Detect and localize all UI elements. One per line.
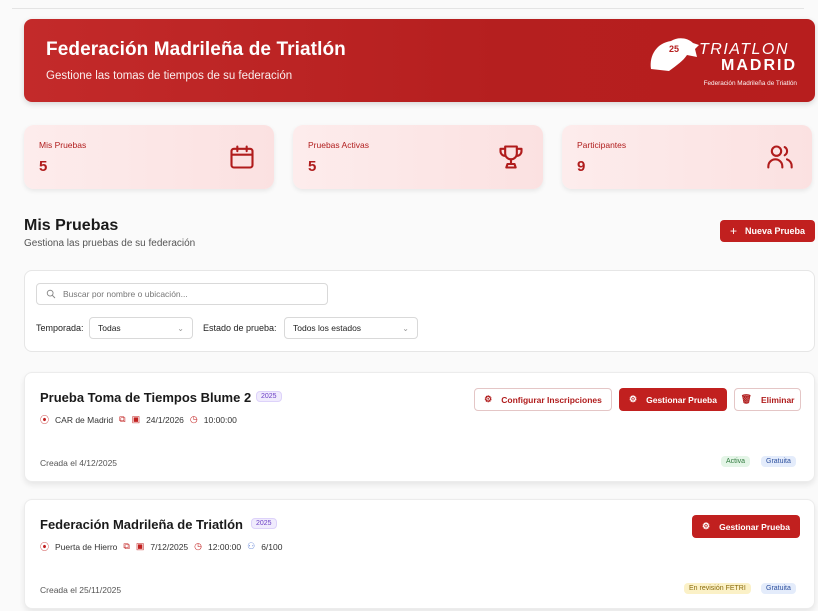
price-badge: Gratuita bbox=[761, 583, 796, 594]
users-icon bbox=[767, 145, 793, 169]
created-date: Creada el 25/11/2025 bbox=[40, 585, 122, 595]
event-card: Prueba Toma de Tiempos Blume 2 2025 ⦿ CA… bbox=[24, 372, 815, 482]
price-badge: Gratuita bbox=[761, 456, 796, 467]
event-location: Puerta de Hierro bbox=[55, 541, 118, 552]
state-select[interactable]: Todos los estados ⌄ bbox=[284, 317, 418, 339]
federation-banner: Federación Madrileña de Triatlón Gestion… bbox=[24, 19, 815, 102]
year-badge: 2025 bbox=[256, 391, 282, 402]
stat-card-my-events: Mis Pruebas 5 bbox=[24, 125, 274, 189]
clock-icon: ◷ bbox=[189, 414, 198, 424]
year-badge: 2025 bbox=[251, 518, 277, 529]
clock-icon: ◷ bbox=[194, 541, 203, 551]
configure-registrations-label: Configurar Inscripciones bbox=[501, 394, 602, 405]
section-subtitle: Gestiona las pruebas de su federación bbox=[24, 238, 196, 249]
stat-label: Mis Pruebas bbox=[39, 140, 87, 150]
event-card: Federación Madrileña de Triatlón 2025 ⦿ … bbox=[24, 499, 815, 609]
external-link-icon[interactable]: ⧉ bbox=[119, 414, 125, 425]
search-icon bbox=[46, 289, 56, 299]
users-icon: ⚇ bbox=[247, 541, 256, 551]
stat-label: Pruebas Activas bbox=[308, 140, 369, 150]
delete-event-button[interactable]: 🗑 Eliminar bbox=[734, 388, 801, 411]
event-participants: 6/100 bbox=[261, 541, 283, 552]
event-time: 12:00:00 bbox=[208, 541, 242, 552]
section-title: Mis Pruebas bbox=[24, 217, 119, 234]
gear-icon: ⚙ bbox=[484, 394, 493, 404]
event-location: CAR de Madrid bbox=[55, 414, 114, 425]
chevron-down-icon: ⌄ bbox=[402, 323, 409, 333]
page-title: Federación Madrileña de Triatlón bbox=[46, 39, 346, 60]
chevron-down-icon: ⌄ bbox=[177, 323, 184, 333]
location-pin-icon: ⦿ bbox=[40, 415, 50, 425]
trash-icon: 🗑 bbox=[740, 394, 752, 404]
event-meta: ⦿ CAR de Madrid ⧉ ▣ 24/1/2026 ◷ 10:00:00 bbox=[40, 413, 237, 426]
event-title: Federación Madrileña de Triatlón bbox=[40, 517, 243, 532]
logo-badge: 25 bbox=[669, 44, 679, 54]
plus-icon: + bbox=[729, 224, 737, 238]
status-badge: En revisión FETRI bbox=[684, 583, 751, 594]
stat-value: 5 bbox=[39, 158, 48, 175]
top-divider bbox=[12, 8, 804, 9]
external-link-icon[interactable]: ⧉ bbox=[123, 541, 129, 552]
manage-event-button[interactable]: ⚙ Gestionar Prueba bbox=[619, 388, 727, 411]
lion-icon: 25 bbox=[650, 38, 699, 71]
manage-event-button[interactable]: ⚙ Gestionar Prueba bbox=[692, 515, 800, 538]
logo-text-federation: Federación Madrileña de Triatlón bbox=[703, 80, 797, 87]
season-label: Temporada: bbox=[36, 323, 84, 333]
calendar-icon: ▣ bbox=[131, 414, 141, 424]
season-value: Todas bbox=[98, 323, 121, 333]
stat-card-participants: Participantes 9 bbox=[562, 125, 812, 189]
federation-logo: 25 TRIATLON MADRID Federación Madrileña … bbox=[647, 35, 797, 91]
created-date: Creada el 4/12/2025 bbox=[40, 458, 118, 468]
page-subtitle: Gestione las tomas de tiempos de su fede… bbox=[46, 70, 293, 82]
manage-event-label: Gestionar Prueba bbox=[719, 521, 790, 532]
event-date: 7/12/2025 bbox=[150, 541, 189, 552]
season-select[interactable]: Todas ⌄ bbox=[89, 317, 193, 339]
stat-card-active-events: Pruebas Activas 5 bbox=[293, 125, 543, 189]
gear-icon: ⚙ bbox=[702, 521, 711, 531]
configure-registrations-button[interactable]: ⚙ Configurar Inscripciones bbox=[474, 388, 612, 411]
state-label: Estado de prueba: bbox=[203, 323, 277, 333]
search-box[interactable] bbox=[36, 283, 328, 305]
manage-event-label: Gestionar Prueba bbox=[646, 394, 717, 405]
stat-value: 5 bbox=[308, 158, 317, 175]
trophy-icon bbox=[499, 145, 523, 169]
search-input[interactable] bbox=[63, 289, 303, 299]
filters-panel: Temporada: Todas ⌄ Estado de prueba: Tod… bbox=[24, 270, 815, 352]
gear-icon: ⚙ bbox=[629, 394, 638, 404]
delete-event-label: Eliminar bbox=[760, 394, 795, 405]
calendar-icon bbox=[230, 145, 254, 169]
logo-text-madrid: MADRID bbox=[721, 57, 797, 74]
event-title: Prueba Toma de Tiempos Blume 2 bbox=[40, 390, 252, 405]
calendar-icon: ▣ bbox=[135, 541, 145, 551]
stat-value: 9 bbox=[577, 158, 586, 175]
location-pin-icon: ⦿ bbox=[40, 542, 50, 552]
state-value: Todos los estados bbox=[293, 323, 362, 333]
stat-label: Participantes bbox=[577, 140, 627, 150]
event-time: 10:00:00 bbox=[203, 414, 237, 425]
status-badge: Activa bbox=[721, 456, 751, 467]
event-date: 24/1/2026 bbox=[146, 414, 184, 425]
new-event-button[interactable]: + Nueva Prueba bbox=[720, 220, 815, 242]
new-event-label: Nueva Prueba bbox=[744, 226, 806, 236]
event-meta: ⦿ Puerta de Hierro ⧉ ▣ 7/12/2025 ◷ 12:00… bbox=[40, 540, 282, 553]
